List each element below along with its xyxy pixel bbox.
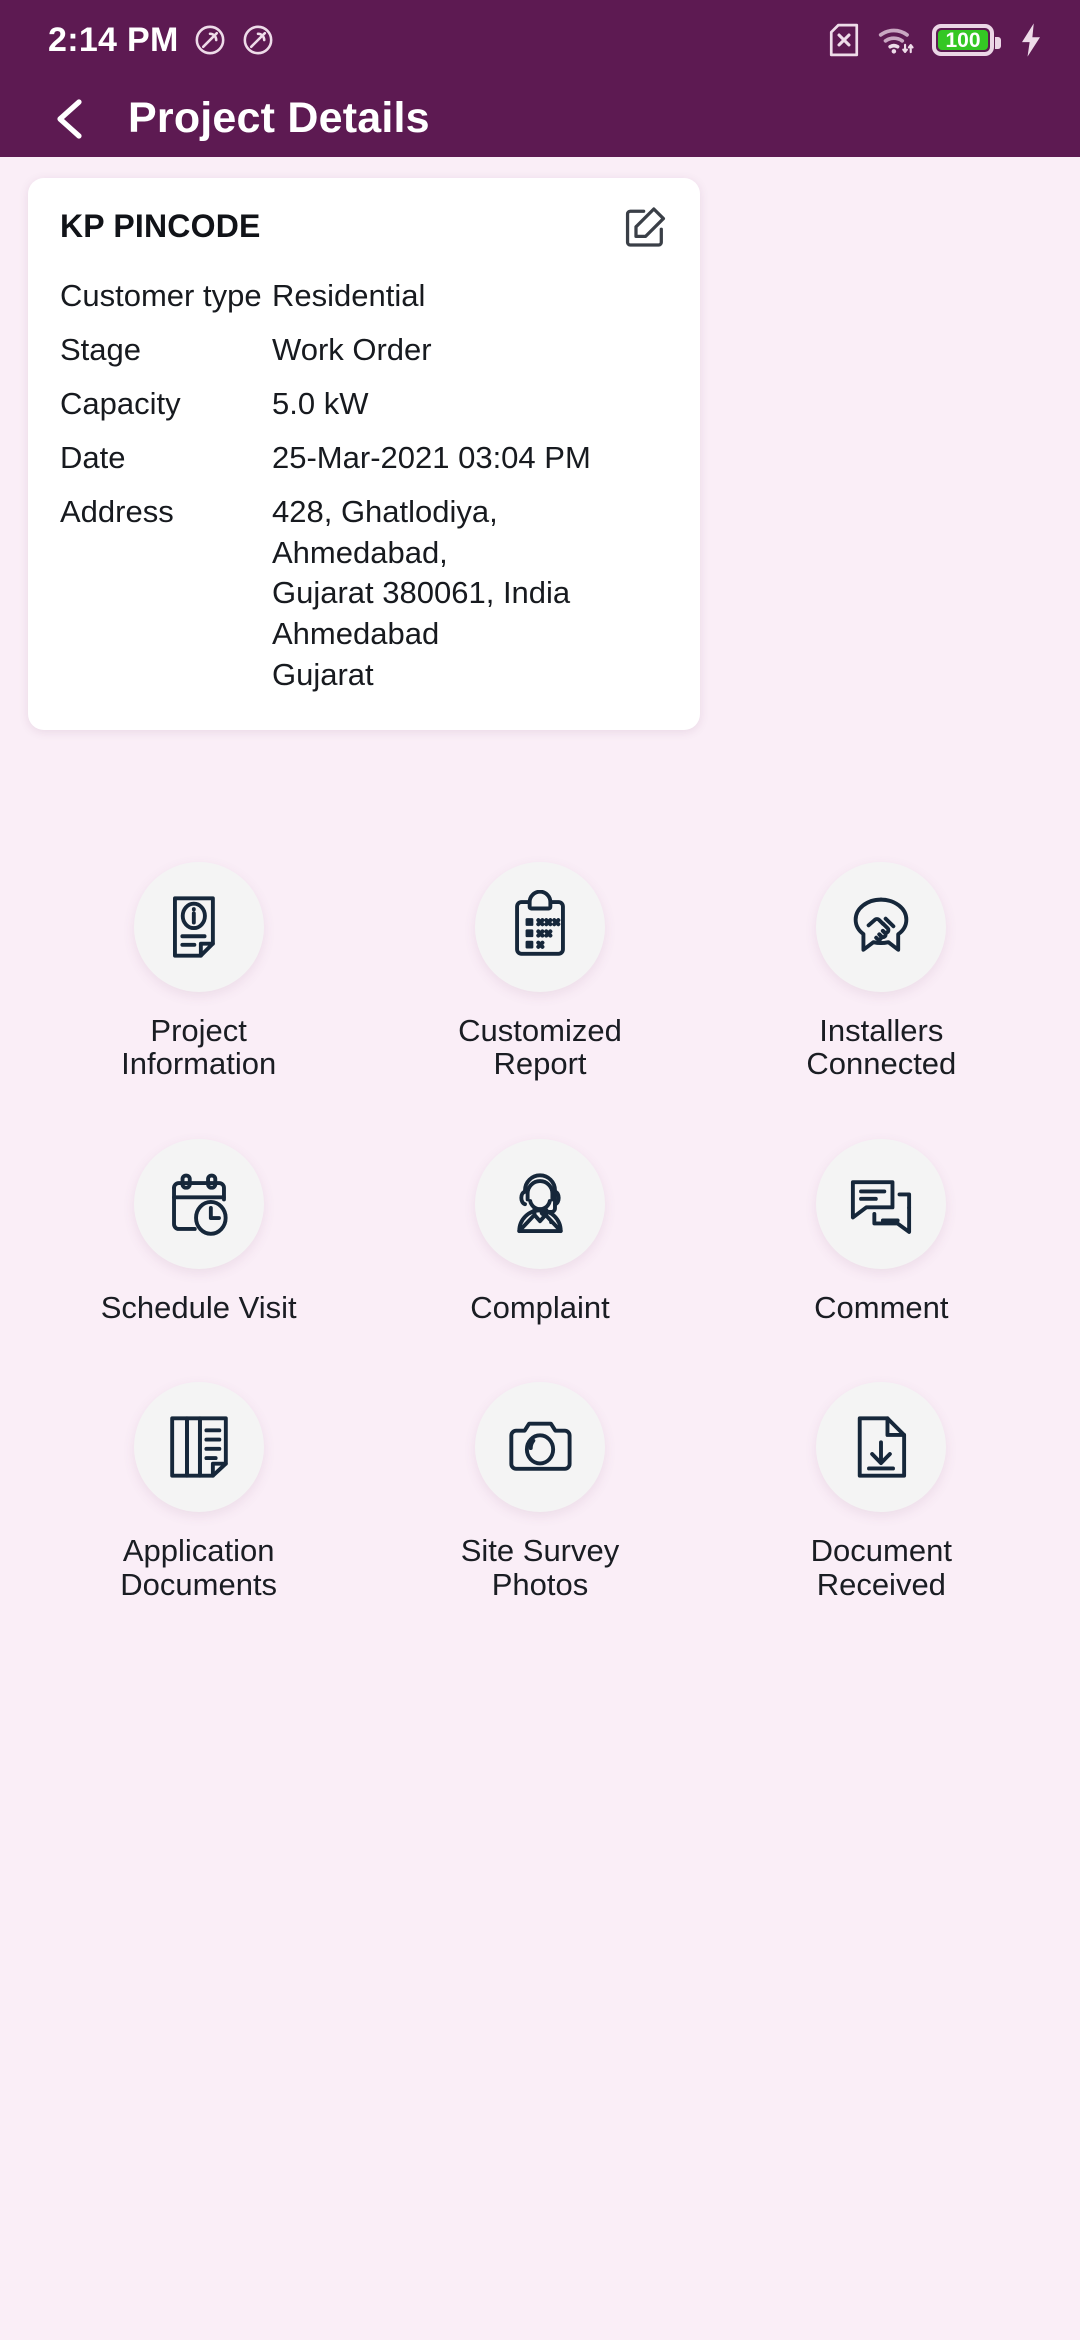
tile-document-received[interactable]: Document Received: [711, 1382, 1052, 1601]
no-sim-icon: [829, 23, 859, 57]
tile-label: Installers Connected: [806, 1013, 957, 1082]
tile-site-survey-photos[interactable]: Site Survey Photos: [369, 1382, 710, 1601]
tile-label: Schedule Visit: [100, 1289, 297, 1325]
detail-row: Customer type Residential: [60, 276, 668, 317]
document-info-icon: [172, 896, 215, 958]
detail-label: Address: [60, 493, 174, 529]
tile-icon-circle: [133, 862, 264, 992]
battery-percent: 100: [945, 28, 981, 52]
detail-row: Capacity 5.0 kW: [60, 384, 668, 425]
app-bar: Project Details: [0, 80, 1080, 157]
card-header: KP PINCODE: [60, 207, 668, 250]
tile-installers-connected[interactable]: Installers Connected: [711, 862, 1052, 1081]
tile-customized-report[interactable]: Customized Report: [369, 862, 710, 1081]
detail-value: Residential: [272, 278, 426, 313]
handshake-icon: [854, 897, 909, 952]
tile-comment[interactable]: Comment: [711, 1138, 1052, 1325]
page-title: Project Details: [128, 94, 430, 142]
tile-icon-circle: [474, 862, 605, 992]
back-chevron-icon: [57, 98, 82, 139]
tile-icon-circle: [816, 1382, 947, 1513]
detail-value: 428, Ghatlodiya, Ahmedabad, Gujarat 3800…: [272, 493, 571, 693]
tile-label: Application Documents: [120, 1533, 278, 1602]
project-detail-rows: Customer type Residential Stage Work Ord…: [60, 276, 668, 696]
tile-schedule-visit[interactable]: Schedule Visit: [28, 1138, 369, 1325]
chat-bubbles-icon: [851, 1180, 912, 1234]
project-name: KP PINCODE: [60, 208, 261, 244]
charging-bolt-icon: [1022, 23, 1040, 57]
tile-icon-circle: [474, 1138, 605, 1269]
edit-pencil-icon[interactable]: [622, 204, 668, 250]
tile-icon-circle: [816, 862, 947, 992]
detail-value: 25-Mar-2021 03:04 PM: [272, 439, 591, 475]
detail-value: 5.0 kW: [272, 385, 369, 421]
project-info-card: KP PINCODE Customer type Residential Sta…: [28, 178, 700, 731]
tile-complaint[interactable]: Complaint: [369, 1138, 710, 1325]
tile-project-information[interactable]: Project Information: [28, 862, 369, 1081]
detail-row: Date 25-Mar-2021 03:04 PM: [60, 438, 668, 479]
detail-label: Date: [60, 439, 126, 475]
detail-value: Work Order: [272, 331, 432, 367]
action-grid: Project Information Customized Report In…: [28, 862, 1052, 1601]
tile-icon-circle: [816, 1138, 947, 1269]
detail-label: Customer type: [60, 278, 262, 313]
dnd-icon: [195, 25, 225, 55]
tile-label: Comment: [814, 1289, 949, 1325]
tile-icon-circle: [133, 1382, 264, 1513]
status-bar-right: 100: [828, 22, 1044, 58]
detail-row: Address 428, Ghatlodiya, Ahmedabad, Guja…: [60, 492, 668, 697]
detail-row: Stage Work Order: [60, 330, 668, 371]
detail-label: Capacity: [60, 385, 181, 421]
dnd-icon: [243, 25, 273, 55]
status-time: 2:14 PM: [48, 20, 179, 59]
camera-icon: [509, 1422, 572, 1472]
battery-icon: 100: [932, 24, 1001, 56]
tile-icon-circle: [474, 1382, 605, 1513]
detail-label: Stage: [60, 331, 142, 367]
tile-label: Project Information: [121, 1013, 277, 1082]
back-button[interactable]: [40, 88, 102, 150]
tile-label: Complaint: [470, 1289, 610, 1325]
calendar-clock-icon: [171, 1173, 228, 1236]
documents-stack-icon: [169, 1416, 228, 1479]
tile-application-documents[interactable]: Application Documents: [28, 1382, 369, 1601]
status-bar-left: 2:14 PM: [48, 21, 275, 60]
tile-label: Site Survey Photos: [460, 1533, 620, 1602]
wifi-icon: [878, 28, 914, 54]
clipboard-checklist-icon: [515, 890, 565, 956]
tile-label: Customized Report: [458, 1013, 622, 1082]
headset-agent-icon: [517, 1173, 563, 1233]
tile-label: Document Received: [810, 1533, 952, 1602]
status-bar: 2:14 PM 100: [0, 0, 1080, 80]
tile-icon-circle: [133, 1138, 264, 1269]
document-download-icon: [858, 1416, 907, 1479]
